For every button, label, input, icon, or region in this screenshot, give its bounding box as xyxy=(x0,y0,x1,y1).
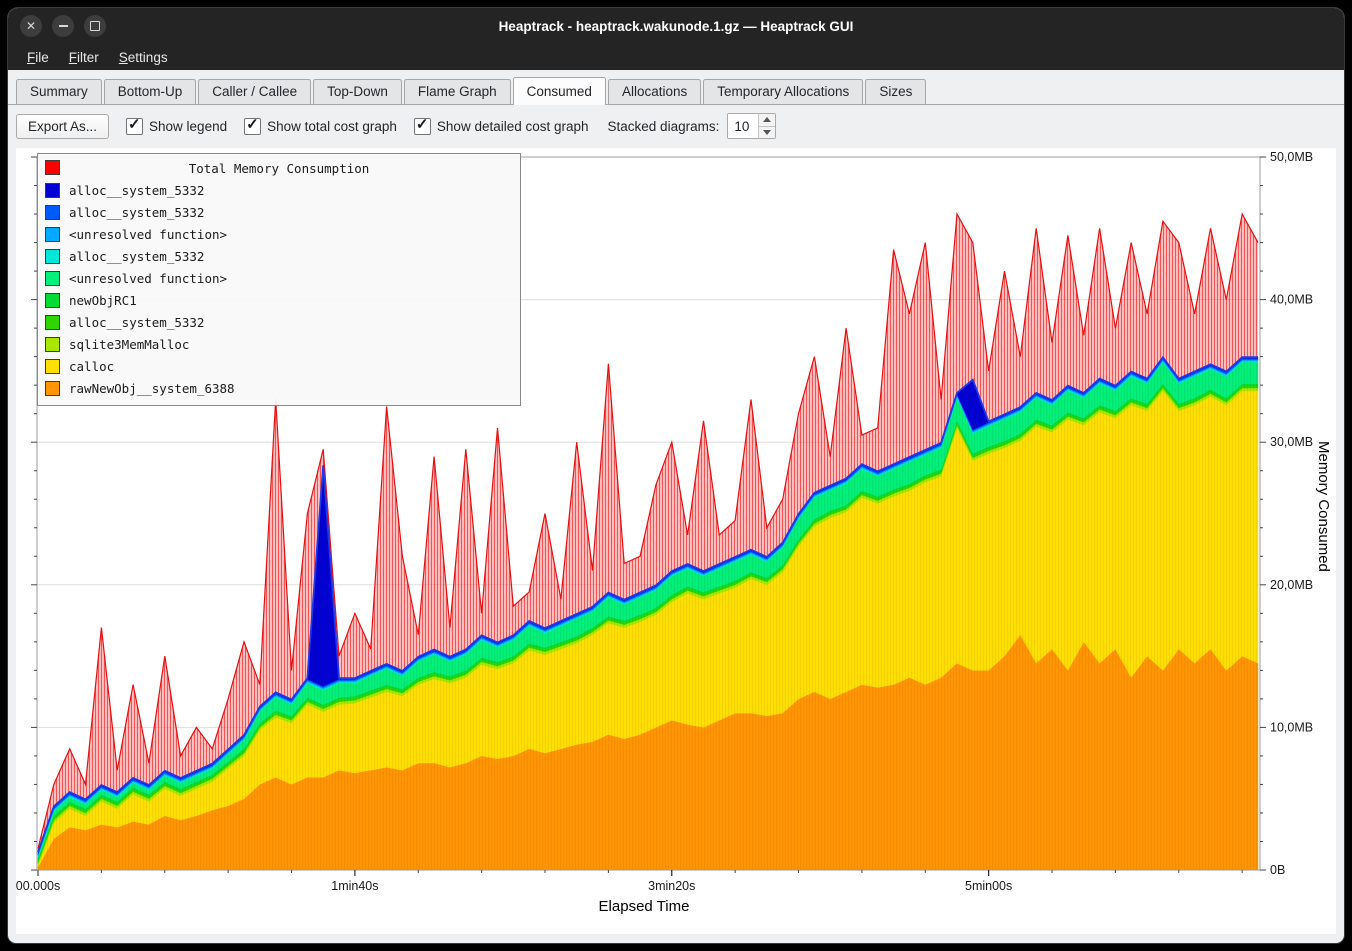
spin-up-button[interactable] xyxy=(759,114,775,127)
legend-item: <unresolved function> xyxy=(45,267,513,289)
check-icon: ✓ xyxy=(128,115,141,133)
legend-label: alloc__system_5332 xyxy=(69,205,204,220)
legend-swatch-total xyxy=(45,160,60,175)
toolbar: Export As... ✓ Show legend ✓ Show total cos… xyxy=(8,105,1344,146)
export-as-button[interactable]: Export As... xyxy=(16,114,109,139)
tab-temporary-allocations[interactable]: Temporary Allocations xyxy=(703,79,863,104)
stacked-diagrams-label: Stacked diagrams: xyxy=(608,119,720,134)
close-icon: ✕ xyxy=(26,19,36,33)
svg-text:40,0MB: 40,0MB xyxy=(1270,293,1313,307)
checkbox-label: Show legend xyxy=(149,119,227,134)
tab-consumed[interactable]: Consumed xyxy=(513,77,606,105)
spin-up-icon xyxy=(763,117,771,122)
x-axis-title: Elapsed Time xyxy=(16,898,1272,915)
title-bar[interactable]: ✕ Heaptrack - heaptrack.wakunode.1.gz — … xyxy=(8,8,1344,44)
menu-settings[interactable]: Settings xyxy=(110,47,177,68)
svg-text:50,0MB: 50,0MB xyxy=(1270,150,1313,164)
legend-label: alloc__system_5332 xyxy=(69,315,204,330)
legend-label: alloc__system_5332 xyxy=(69,183,204,198)
svg-text:00.000s: 00.000s xyxy=(16,879,60,893)
legend-title-row: Total Memory Consumption xyxy=(45,157,513,179)
tab-bar: SummaryBottom-UpCaller / CalleeTop-DownF… xyxy=(8,70,1344,105)
svg-text:5min00s: 5min00s xyxy=(965,879,1012,893)
legend-item: alloc__system_5332 xyxy=(45,245,513,267)
legend-item: rawNewObj__system_6388 xyxy=(45,377,513,399)
legend-swatch xyxy=(45,359,60,374)
check-icon: ✓ xyxy=(416,115,429,133)
tab-sizes[interactable]: Sizes xyxy=(865,79,926,104)
svg-text:3min20s: 3min20s xyxy=(648,879,695,893)
legend-swatch xyxy=(45,249,60,264)
svg-text:30,0MB: 30,0MB xyxy=(1270,435,1313,449)
legend-swatch xyxy=(45,337,60,352)
tab-top-down[interactable]: Top-Down xyxy=(313,79,402,104)
toolbar-checkboxes: ✓ Show legend ✓ Show total cost graph ✓ Show … xyxy=(126,118,589,135)
svg-text:0B: 0B xyxy=(1270,863,1285,877)
legend-item: alloc__system_5332 xyxy=(45,201,513,223)
check-icon: ✓ xyxy=(246,115,259,133)
tab-bottom-up[interactable]: Bottom-Up xyxy=(104,79,197,104)
svg-text:1min40s: 1min40s xyxy=(331,879,378,893)
minimize-icon xyxy=(59,25,68,27)
checkbox-show-detailed-cost-graph[interactable]: ✓ Show detailed cost graph xyxy=(414,118,589,135)
checkbox-label: Show total cost graph xyxy=(267,119,397,134)
desktop-background: ✕ Heaptrack - heaptrack.wakunode.1.gz — … xyxy=(0,0,1352,951)
legend-label: <unresolved function> xyxy=(69,271,227,286)
legend-label: rawNewObj__system_6388 xyxy=(69,381,235,396)
legend-swatch xyxy=(45,293,60,308)
menu-file[interactable]: File xyxy=(18,47,58,68)
legend-label: alloc__system_5332 xyxy=(69,249,204,264)
minimize-button[interactable] xyxy=(52,15,74,37)
legend-label: <unresolved function> xyxy=(69,227,227,242)
window-controls: ✕ xyxy=(20,15,106,37)
tab-flame-graph[interactable]: Flame Graph xyxy=(404,79,511,104)
window-title: Heaptrack - heaptrack.wakunode.1.gz — He… xyxy=(8,19,1344,34)
legend-swatch xyxy=(45,183,60,198)
spin-buttons xyxy=(758,114,775,138)
legend-label: sqlite3MemMalloc xyxy=(69,337,189,352)
legend-swatch xyxy=(45,315,60,330)
app-window: ✕ Heaptrack - heaptrack.wakunode.1.gz — … xyxy=(8,8,1344,943)
svg-text:20,0MB: 20,0MB xyxy=(1270,578,1313,592)
tab-allocations[interactable]: Allocations xyxy=(608,79,701,104)
legend-swatch xyxy=(45,271,60,286)
spin-down-button[interactable] xyxy=(759,127,775,139)
tab-summary[interactable]: Summary xyxy=(16,79,102,104)
svg-text:10,0MB: 10,0MB xyxy=(1270,720,1313,734)
y-axis-title: Memory Consumed xyxy=(1315,441,1332,572)
legend-swatch xyxy=(45,381,60,396)
spin-down-icon xyxy=(763,130,771,135)
legend-item: calloc xyxy=(45,355,513,377)
chart-legend: Total Memory Consumption alloc__system_53… xyxy=(37,153,521,406)
menu-bar: FileFilterSettings xyxy=(8,44,1344,70)
maximize-button[interactable] xyxy=(84,15,106,37)
legend-item: newObjRC1 xyxy=(45,289,513,311)
stacked-diagrams-spinbox xyxy=(727,113,776,139)
checkbox-label: Show detailed cost graph xyxy=(437,119,589,134)
checkbox-box[interactable]: ✓ xyxy=(126,118,143,135)
legend-label: calloc xyxy=(69,359,114,374)
legend-item: alloc__system_5332 xyxy=(45,179,513,201)
memory-consumption-chart[interactable]: 00.000s 1min40s 3min20s 5min00s 0B 10,0MB 20,0… xyxy=(16,148,1336,934)
legend-item: sqlite3MemMalloc xyxy=(45,333,513,355)
tab-caller-callee[interactable]: Caller / Callee xyxy=(198,79,311,104)
checkbox-show-total-cost-graph[interactable]: ✓ Show total cost graph xyxy=(244,118,397,135)
checkbox-box[interactable]: ✓ xyxy=(414,118,431,135)
legend-title: Total Memory Consumption xyxy=(189,161,370,176)
menu-filter[interactable]: Filter xyxy=(60,47,108,68)
legend-item: <unresolved function> xyxy=(45,223,513,245)
checkbox-box[interactable]: ✓ xyxy=(244,118,261,135)
legend-item: alloc__system_5332 xyxy=(45,311,513,333)
checkbox-show-legend[interactable]: ✓ Show legend xyxy=(126,118,227,135)
stacked-diagrams-input[interactable] xyxy=(728,114,758,138)
legend-label: newObjRC1 xyxy=(69,293,137,308)
close-button[interactable]: ✕ xyxy=(20,15,42,37)
maximize-icon xyxy=(90,21,100,31)
legend-swatch xyxy=(45,227,60,242)
legend-swatch xyxy=(45,205,60,220)
